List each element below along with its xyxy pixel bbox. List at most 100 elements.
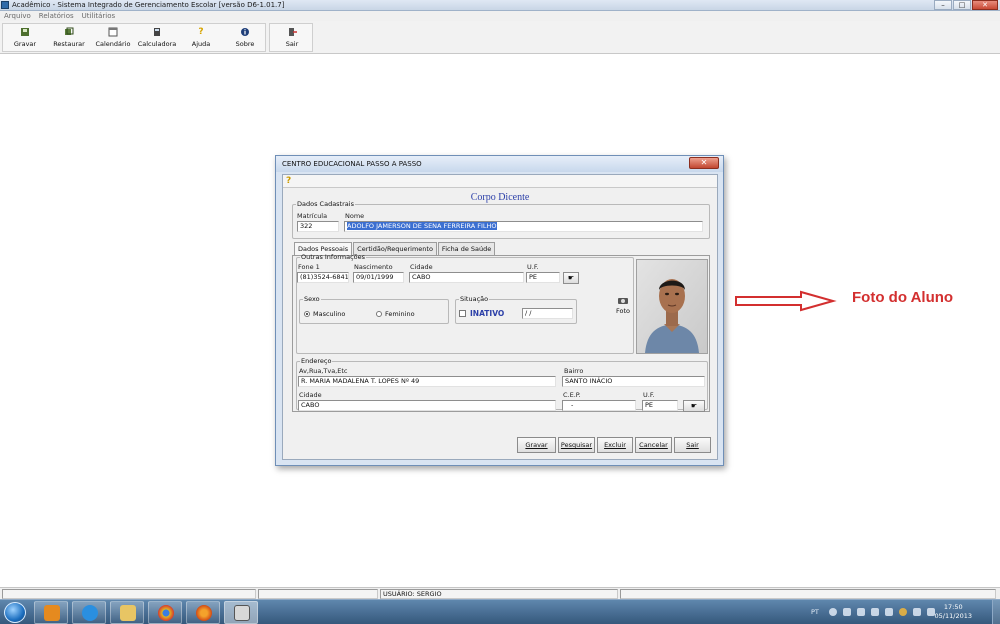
- endereco-uf-lookup-button[interactable]: ☛: [683, 400, 705, 412]
- endereco-cidade-field[interactable]: CABO: [298, 400, 556, 411]
- tab-panel-dados-pessoais: Outras Informações Fone 1 (81)3524-6841 …: [292, 254, 710, 412]
- toolbar-sair-label: Sair: [285, 40, 299, 48]
- sair-button-label: Sair: [686, 441, 699, 449]
- nome-label: Nome: [345, 212, 365, 220]
- foto-button[interactable]: Foto: [613, 296, 633, 315]
- cidade-field[interactable]: CABO: [409, 272, 524, 283]
- clock-time: 17:50: [943, 603, 963, 611]
- status-cell-1: [2, 589, 256, 599]
- update-icon[interactable]: [885, 608, 893, 616]
- taskbar-explorer[interactable]: [110, 601, 144, 624]
- antivirus-icon[interactable]: [899, 608, 907, 616]
- uf-field[interactable]: PE: [526, 272, 560, 283]
- cidade-label: Cidade: [410, 263, 433, 271]
- toolbar: Gravar Restaurar Calendário Calculadora …: [0, 21, 1000, 54]
- internet-explorer-icon: [82, 605, 98, 621]
- rua-label: Av,Rua,Tva,Etc: [299, 367, 348, 375]
- taskbar-academico[interactable]: [224, 601, 258, 624]
- clock[interactable]: 17:50 05/11/2013: [935, 603, 972, 621]
- pointing-hand-icon: ☛: [567, 274, 575, 282]
- endereco-legend: Endereço: [301, 357, 332, 365]
- dialog-help-bar: ?: [283, 175, 717, 188]
- pointing-hand-icon: ☛: [690, 402, 698, 410]
- clock-date: 05/11/2013: [934, 612, 972, 620]
- endereco-cidade-label: Cidade: [299, 391, 322, 399]
- excluir-button[interactable]: Excluir: [597, 437, 633, 453]
- minimize-button[interactable]: –: [934, 0, 952, 10]
- maximize-button[interactable]: □: [953, 0, 971, 10]
- status-user: USUÁRIO: SERGIO: [380, 589, 618, 599]
- annotation-arrow: [735, 290, 837, 312]
- flag-icon[interactable]: [857, 608, 865, 616]
- network-icon[interactable]: [829, 608, 837, 616]
- status-bar: USUÁRIO: SERGIO: [0, 587, 1000, 599]
- toolbar-calculadora-button[interactable]: Calculadora: [135, 24, 179, 52]
- toolbar-ajuda-label: Ajuda: [191, 40, 211, 48]
- inativo-checkbox[interactable]: INATIVO: [459, 309, 504, 318]
- taskbar-firefox[interactable]: [186, 601, 220, 624]
- exit-door-icon: [287, 27, 297, 37]
- radio-feminino-label: Feminino: [385, 310, 415, 318]
- toolbar-calendario-button[interactable]: Calendário: [91, 24, 135, 52]
- annotation-label: Foto do Aluno: [852, 289, 954, 306]
- excluir-button-label: Excluir: [604, 441, 626, 449]
- calculator-icon: [152, 27, 162, 37]
- uf-lookup-button[interactable]: ☛: [563, 272, 579, 284]
- display-icon[interactable]: [871, 608, 879, 616]
- sair-button[interactable]: Sair: [674, 437, 711, 453]
- menu-utilitarios[interactable]: Utilitários: [82, 11, 116, 21]
- pesquisar-button-label: Pesquisar: [560, 441, 593, 449]
- help-icon[interactable]: ?: [286, 176, 291, 186]
- start-button[interactable]: [4, 602, 26, 623]
- folder-icon: [120, 605, 136, 621]
- app-title-bar: Acadêmico - Sistema Integrado de Gerenci…: [0, 0, 1000, 11]
- radio-feminino[interactable]: Feminino: [376, 310, 415, 318]
- show-desktop-button[interactable]: [992, 600, 1000, 624]
- toolbar-exit-group: Sair: [269, 23, 313, 52]
- cep-field[interactable]: -: [562, 400, 636, 411]
- toolbar-sobre-button[interactable]: Sobre: [223, 24, 267, 52]
- menu-arquivo[interactable]: Arquivo: [4, 11, 31, 21]
- student-dialog: CENTRO EDUCACIONAL PASSO A PASSO ✕ ? Cor…: [275, 155, 724, 466]
- status-cell-4: [620, 589, 996, 599]
- info-icon: [240, 27, 250, 37]
- bairro-field[interactable]: SANTO INÁCIO: [562, 376, 705, 387]
- cep-label: C.E.P.: [563, 391, 581, 399]
- uf-label: U.F.: [527, 263, 539, 271]
- media-player-icon: [44, 605, 60, 621]
- bluetooth-icon[interactable]: [843, 608, 851, 616]
- nome-field[interactable]: ADOLFO JAMERSON DE SENA FERREIRA FILHO: [344, 221, 703, 232]
- app-title: Acadêmico - Sistema Integrado de Gerenci…: [12, 1, 285, 9]
- situacao-legend: Situação: [460, 295, 489, 303]
- dialog-title-bar: CENTRO EDUCACIONAL PASSO A PASSO ✕: [276, 156, 723, 172]
- endereco-uf-field[interactable]: PE: [642, 400, 678, 411]
- radio-masculino-dot: [304, 311, 310, 317]
- radio-feminino-dot: [376, 311, 382, 317]
- cancelar-button[interactable]: Cancelar: [635, 437, 672, 453]
- rua-field[interactable]: R. MARIA MADALENA T. LOPES Nº 49: [298, 376, 556, 387]
- toolbar-restaurar-button[interactable]: Restaurar: [47, 24, 91, 52]
- gravar-button[interactable]: Gravar: [517, 437, 556, 453]
- nascimento-field[interactable]: 09/01/1999: [353, 272, 404, 283]
- taskbar-chrome[interactable]: [148, 601, 182, 624]
- toolbar-sobre-label: Sobre: [235, 40, 255, 48]
- gravar-button-label: Gravar: [525, 441, 548, 449]
- dialog-close-button[interactable]: ✕: [689, 157, 719, 169]
- toolbar-sair-button[interactable]: Sair: [270, 24, 314, 52]
- camera-icon: [618, 298, 628, 304]
- pesquisar-button[interactable]: Pesquisar: [558, 437, 595, 453]
- radio-masculino[interactable]: Masculino: [304, 310, 345, 318]
- toolbar-gravar-button[interactable]: Gravar: [3, 24, 47, 52]
- close-button[interactable]: ✕: [972, 0, 998, 10]
- bairro-label: Bairro: [564, 367, 584, 375]
- taskbar-internet-explorer[interactable]: [72, 601, 106, 624]
- language-indicator[interactable]: PT: [811, 608, 819, 616]
- toolbar-ajuda-button[interactable]: ? Ajuda: [179, 24, 223, 52]
- inativo-checkbox-box: [459, 310, 466, 317]
- signal-icon[interactable]: [913, 608, 921, 616]
- fone-field[interactable]: (81)3524-6841: [297, 272, 349, 283]
- matricula-field[interactable]: 322: [297, 221, 339, 232]
- menu-relatorios[interactable]: Relatórios: [39, 11, 74, 21]
- situacao-date-field[interactable]: / /: [522, 308, 573, 319]
- taskbar-media-player[interactable]: [34, 601, 68, 624]
